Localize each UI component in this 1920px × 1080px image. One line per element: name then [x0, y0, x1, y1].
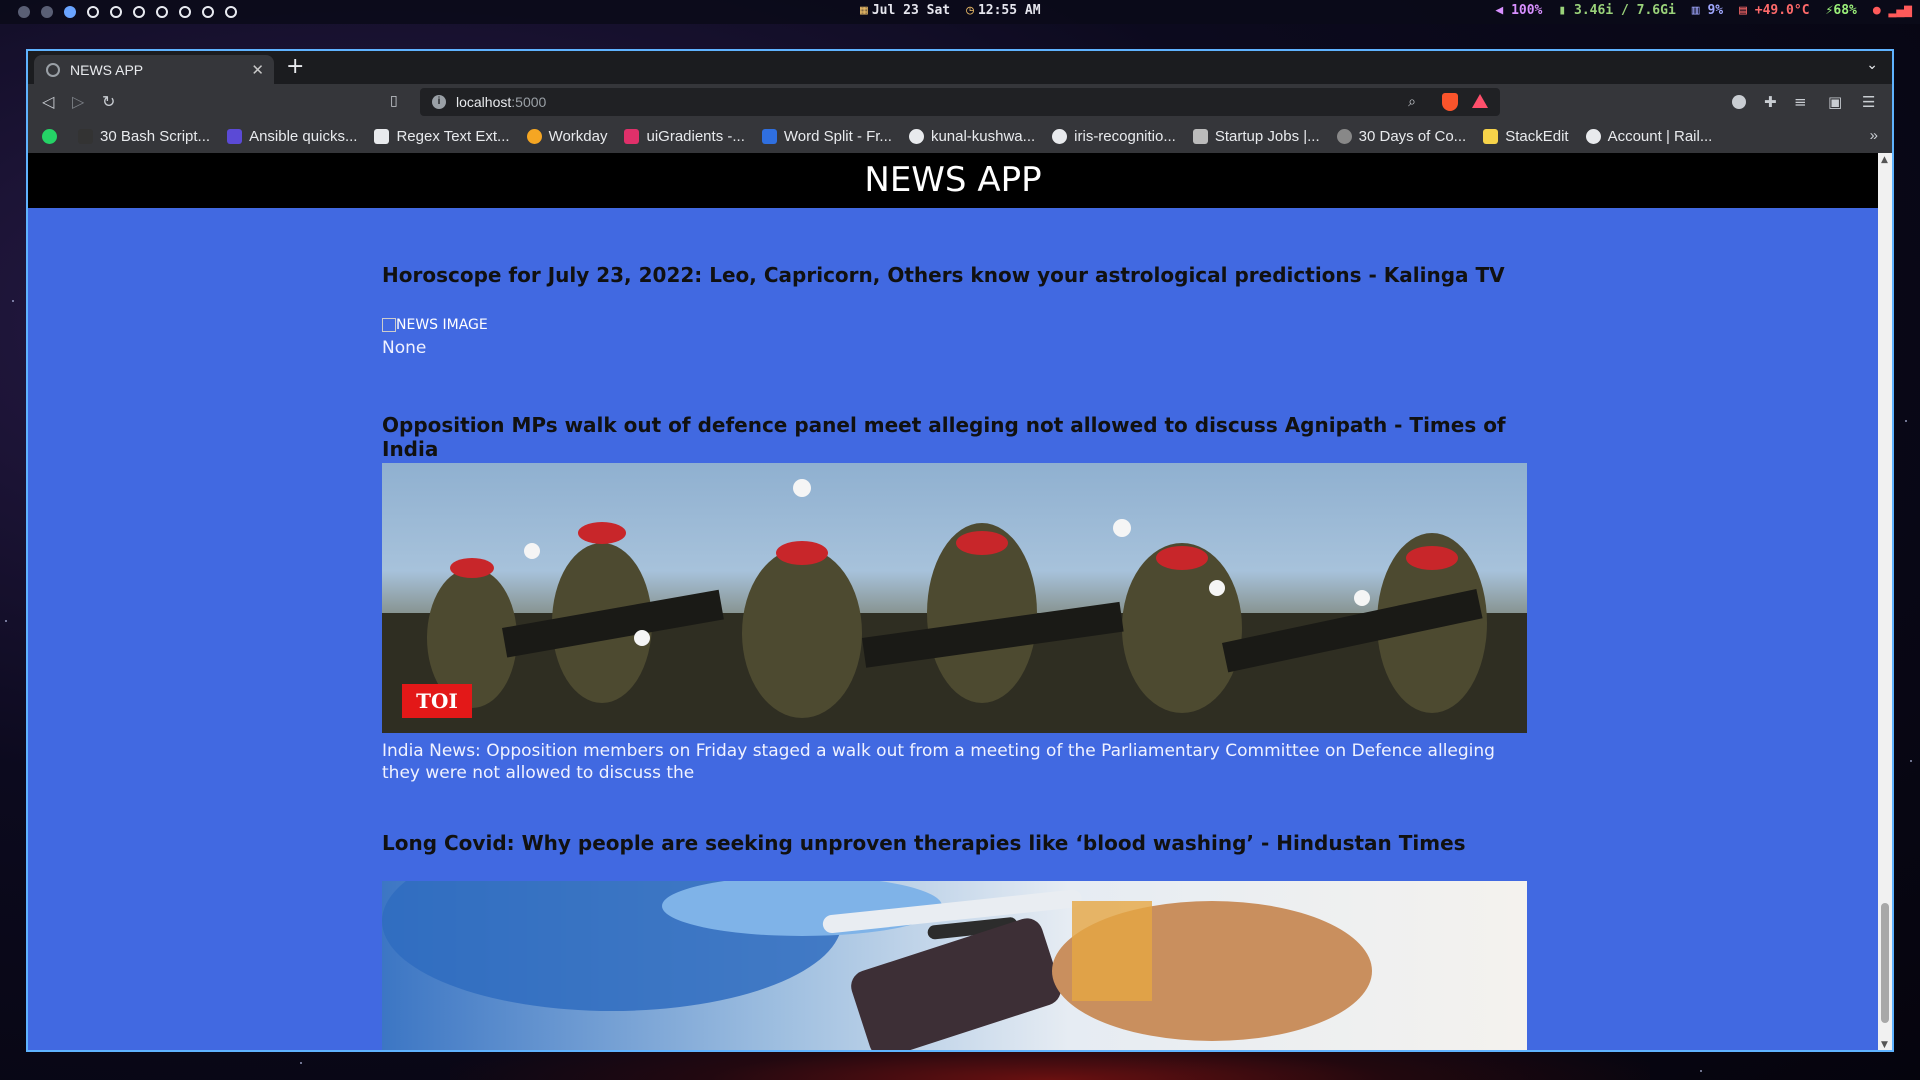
broken-image-icon — [382, 318, 396, 332]
cpu-indicator: ▥ 9% — [1691, 3, 1724, 18]
github-icon — [908, 129, 924, 144]
workspace-9[interactable] — [202, 6, 214, 18]
site-info-icon[interactable]: i — [432, 95, 446, 109]
wallet-icon[interactable]: ▣ — [1828, 93, 1842, 111]
scroll-up-arrow-icon[interactable]: ▲ — [1881, 155, 1888, 165]
date-display: ▦ Jul 23 Sat — [860, 3, 951, 18]
toi-badge: TOI — [402, 684, 472, 718]
brave-rewards-icon[interactable] — [1472, 94, 1488, 108]
workspace-2[interactable] — [41, 6, 53, 18]
tab-search-chevron-down-icon[interactable]: ⌄ — [1866, 57, 1878, 73]
browser-window: NEWS APP ✕ + ⌄ ◁ ▷ ↻ ▯ i localhost:5000 … — [26, 49, 1894, 1052]
globe-icon — [1336, 129, 1352, 144]
article-image[interactable]: TOI — [382, 463, 1527, 733]
broken-news-image: NEWS IMAGE — [382, 317, 488, 333]
bookmark-item[interactable]: 30 Bash Script... — [78, 128, 210, 145]
new-tab-button[interactable]: + — [286, 55, 304, 79]
system-status-bar: ▦ Jul 23 Sat ◷ 12:55 AM ◀ 100% ▮ 3.46i / 7… — [0, 0, 1920, 24]
more-bookmarks-chevron-icon[interactable]: » — [1870, 127, 1878, 144]
article-title[interactable]: Long Covid: Why people are seeking unpro… — [382, 831, 1466, 855]
bookmark-item[interactable]: uiGradients -... — [624, 128, 745, 145]
rail-icon — [1585, 129, 1601, 144]
scrollbar-thumb[interactable] — [1881, 903, 1889, 1023]
terminal-icon — [78, 129, 93, 144]
page-title: NEWS APP — [28, 153, 1878, 208]
whatsapp-bookmark[interactable] — [42, 129, 64, 144]
workspace-1[interactable] — [18, 6, 30, 18]
workspace-3-active[interactable] — [64, 6, 76, 18]
article-image[interactable] — [382, 881, 1527, 1050]
whatsapp-icon — [42, 129, 57, 144]
bookmark-item[interactable]: Regex Text Ext... — [374, 128, 510, 145]
soldiers-photo — [382, 479, 1527, 733]
hand-icon — [1192, 129, 1208, 144]
bookmark-icon[interactable]: ▯ — [390, 93, 398, 109]
article-title[interactable]: Horoscope for July 23, 2022: Leo, Capric… — [382, 263, 1505, 287]
bookmark-item[interactable]: kunal-kushwa... — [908, 128, 1035, 145]
workspace-6[interactable] — [133, 6, 145, 18]
workspace-indicators — [0, 6, 237, 18]
globe-icon — [46, 62, 60, 77]
bookmark-item[interactable]: Account | Rail... — [1585, 128, 1712, 145]
back-icon[interactable]: ◁ — [42, 92, 54, 111]
temperature-indicator: ▤ +49.0°C — [1739, 3, 1810, 18]
workspace-4[interactable] — [87, 6, 99, 18]
blood-washing-photo — [382, 881, 1372, 1050]
workspace-5[interactable] — [110, 6, 122, 18]
thermometer-icon: ▤ — [1739, 3, 1755, 18]
cpu-icon: ▥ — [1691, 3, 1708, 18]
url-port: :5000 — [511, 94, 547, 110]
github-icon — [1052, 129, 1068, 144]
bookmark-item[interactable]: iris-recognitio... — [1052, 128, 1176, 145]
reload-icon[interactable]: ↻ — [102, 92, 115, 111]
profile-avatar[interactable] — [1732, 95, 1746, 109]
close-tab-icon[interactable]: ✕ — [251, 61, 264, 79]
workspace-10[interactable] — [225, 6, 237, 18]
memory-indicator: ▮ 3.46i / 7.6Gi — [1558, 3, 1676, 18]
bookmark-item[interactable]: StackEdit — [1483, 128, 1569, 145]
page-viewport: NEWS APP Horoscope for July 23, 2022: Le… — [28, 153, 1892, 1050]
page-scrollbar[interactable]: ▲ ▼ — [1878, 153, 1892, 1050]
zoom-icon[interactable]: ⌕ — [1408, 93, 1416, 110]
bookmark-item[interactable]: Startup Jobs |... — [1192, 128, 1320, 145]
article-title[interactable]: Opposition MPs walk out of defence panel… — [382, 413, 1527, 461]
stackedit-icon — [1483, 129, 1499, 144]
battery-indicator: ⚡68% — [1825, 3, 1857, 18]
bookmarks-bar: 30 Bash Script... Ansible quicks... Rege… — [28, 120, 1892, 154]
s-icon — [761, 129, 777, 144]
article-description: India News: Opposition members on Friday… — [382, 741, 1495, 783]
time-display: ◷ 12:55 AM — [966, 3, 1041, 18]
bookmark-item[interactable]: Workday — [526, 128, 607, 145]
address-bar[interactable]: i localhost:5000 ⌕ — [420, 88, 1500, 116]
speaker-icon: ◀ — [1495, 3, 1512, 18]
menu-icon[interactable]: ☰ — [1862, 93, 1875, 111]
bookmark-item[interactable]: Word Split - Fr... — [761, 128, 892, 145]
workday-icon — [526, 129, 542, 144]
workspace-7[interactable] — [156, 6, 168, 18]
bookmark-item[interactable]: 30 Days of Co... — [1336, 128, 1466, 145]
volume-indicator[interactable]: ◀ 100% — [1495, 3, 1542, 18]
extensions-icon[interactable]: ✚ — [1764, 93, 1777, 111]
calendar-icon: ▦ — [860, 3, 868, 18]
ansible-icon — [227, 129, 243, 144]
article-description: None — [382, 338, 427, 358]
browser-toolbar: ◁ ▷ ↻ ▯ i localhost:5000 ⌕ ✚ ≡ ▣ ☰ — [28, 84, 1892, 120]
playlist-icon[interactable]: ≡ — [1794, 93, 1807, 111]
scroll-down-arrow-icon[interactable]: ▼ — [1881, 1040, 1888, 1050]
url-host: localhost — [456, 94, 512, 110]
tab-strip: NEWS APP ✕ + ⌄ — [28, 51, 1892, 84]
gradient-icon — [624, 129, 640, 144]
clock-icon: ◷ — [966, 3, 974, 18]
tab-title: NEWS APP — [70, 61, 144, 78]
brave-shields-icon[interactable] — [1442, 93, 1458, 111]
tab-news-app[interactable]: NEWS APP ✕ — [34, 55, 274, 84]
doc-icon — [374, 129, 390, 144]
workspace-8[interactable] — [179, 6, 191, 18]
forward-icon[interactable]: ▷ — [72, 92, 84, 111]
tray-icons[interactable]: ● ▂▄▆ — [1873, 3, 1912, 18]
memory-icon: ▮ — [1558, 3, 1575, 18]
bookmark-item[interactable]: Ansible quicks... — [227, 128, 357, 145]
